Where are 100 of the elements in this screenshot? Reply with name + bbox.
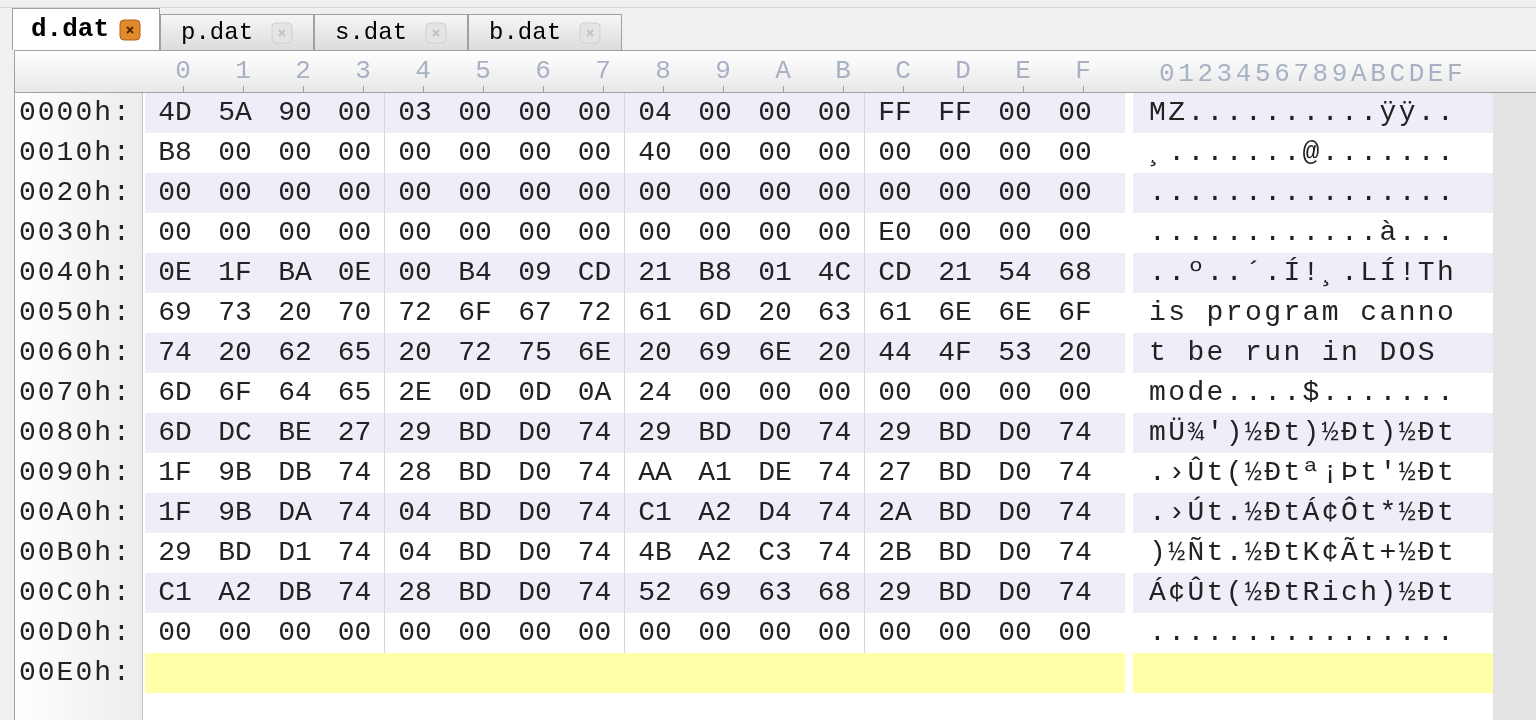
row-address: 00B0h: (19, 536, 132, 570)
file-tab[interactable]: b.dat (468, 14, 623, 50)
hex-byte: 00 (158, 176, 192, 210)
hex-byte: D0 (998, 496, 1032, 530)
hex-byte: 00 (938, 216, 972, 250)
hex-byte: 29 (398, 416, 432, 450)
hex-byte: 74 (577, 496, 612, 530)
hex-byte: 00 (577, 176, 612, 210)
hex-byte: 00 (458, 216, 492, 250)
file-tab[interactable]: s.dat (314, 14, 469, 50)
hex-byte: 67 (518, 296, 552, 330)
hex-byte: 00 (698, 376, 732, 410)
hex-byte: 00 (998, 616, 1032, 650)
hex-byte: B8 (698, 256, 732, 290)
hex-byte: FF (938, 96, 972, 130)
hex-byte: 74 (337, 456, 372, 490)
close-icon[interactable] (119, 18, 141, 41)
hex-byte: 00 (698, 176, 732, 210)
hex-byte: 1F (158, 496, 192, 530)
hex-byte: 00 (938, 376, 972, 410)
hex-byte: 9B (218, 456, 252, 490)
hex-byte: C3 (758, 536, 792, 570)
hex-byte: 6E (998, 296, 1032, 330)
ascii-header: 0123456789ABCDEF (1159, 58, 1467, 91)
hex-byte: 74 (577, 536, 612, 570)
row-address: 0050h: (19, 296, 132, 330)
hex-byte: 69 (698, 576, 732, 610)
hex-byte: 4C (817, 256, 852, 290)
hex-byte: 4F (938, 336, 972, 370)
hex-byte: 00 (518, 216, 552, 250)
hex-byte: A2 (698, 536, 732, 570)
hex-byte: 00 (278, 176, 312, 210)
hex-byte: 75 (518, 336, 552, 370)
hex-byte: 73 (218, 296, 252, 330)
hex-byte: 00 (337, 96, 372, 130)
hex-byte: 00 (878, 176, 912, 210)
row-address: 00D0h: (19, 616, 132, 650)
hex-byte: 00 (698, 136, 732, 170)
hex-byte: 0D (458, 376, 492, 410)
column-number: 4 (415, 56, 431, 86)
hex-byte: 6F (458, 296, 492, 330)
hex-byte: 04 (638, 96, 672, 130)
hex-byte: 52 (638, 576, 672, 610)
hex-byte: 74 (577, 456, 612, 490)
hex-byte: BD (938, 576, 972, 610)
hex-byte: 74 (577, 576, 612, 610)
hex-byte: 00 (337, 136, 372, 170)
hex-byte: 6F (1058, 296, 1092, 330)
hex-byte: B4 (458, 256, 492, 290)
hex-byte: 20 (278, 296, 312, 330)
hex-byte: 00 (758, 216, 792, 250)
file-tab[interactable]: p.dat (160, 14, 315, 50)
row-address: 0020h: (19, 176, 132, 210)
hex-byte: 00 (938, 136, 972, 170)
hex-byte: 29 (878, 416, 912, 450)
hex-byte: 00 (817, 96, 852, 130)
column-number: D (955, 56, 971, 86)
hex-byte: 00 (158, 616, 192, 650)
hex-byte: 00 (278, 616, 312, 650)
hex-byte: 00 (1058, 176, 1092, 210)
hex-byte: 20 (817, 336, 852, 370)
hex-byte: A2 (218, 576, 252, 610)
row-address: 0090h: (19, 456, 132, 490)
hex-byte: 00 (998, 376, 1032, 410)
hex-byte: 00 (577, 136, 612, 170)
column-number: 3 (355, 56, 371, 86)
hex-byte: 28 (398, 456, 432, 490)
hex-byte: 00 (817, 216, 852, 250)
hex-byte: 00 (218, 136, 252, 170)
hex-byte: 21 (938, 256, 972, 290)
hex-byte: BD (938, 496, 972, 530)
hex-byte: BA (278, 256, 312, 290)
hex-byte: 01 (758, 256, 792, 290)
hex-byte: 20 (218, 336, 252, 370)
hex-byte: 74 (158, 336, 192, 370)
hex-byte: D0 (518, 456, 552, 490)
file-tab[interactable]: d.dat (12, 8, 160, 50)
hex-byte: D0 (998, 576, 1032, 610)
hex-byte: 6D (158, 376, 192, 410)
hex-byte: BD (938, 536, 972, 570)
hex-byte: BD (458, 416, 492, 450)
hex-byte: 09 (518, 256, 552, 290)
hex-byte: 63 (758, 576, 792, 610)
hex-byte: 6D (698, 296, 732, 330)
row-address: 0080h: (19, 416, 132, 450)
hex-byte: 65 (337, 376, 372, 410)
hex-byte: 00 (518, 96, 552, 130)
hex-byte: 29 (638, 416, 672, 450)
hex-byte: 00 (337, 216, 372, 250)
hex-byte: BD (938, 456, 972, 490)
hex-byte: 00 (577, 96, 612, 130)
hex-byte: 29 (878, 576, 912, 610)
hex-byte: BD (458, 496, 492, 530)
hex-byte: 04 (398, 536, 432, 570)
hex-byte: D0 (998, 456, 1032, 490)
hex-byte: 53 (998, 336, 1032, 370)
hex-byte: BD (458, 576, 492, 610)
hex-byte: 74 (1058, 456, 1092, 490)
hex-byte: 00 (577, 216, 612, 250)
hex-byte: 00 (398, 176, 432, 210)
